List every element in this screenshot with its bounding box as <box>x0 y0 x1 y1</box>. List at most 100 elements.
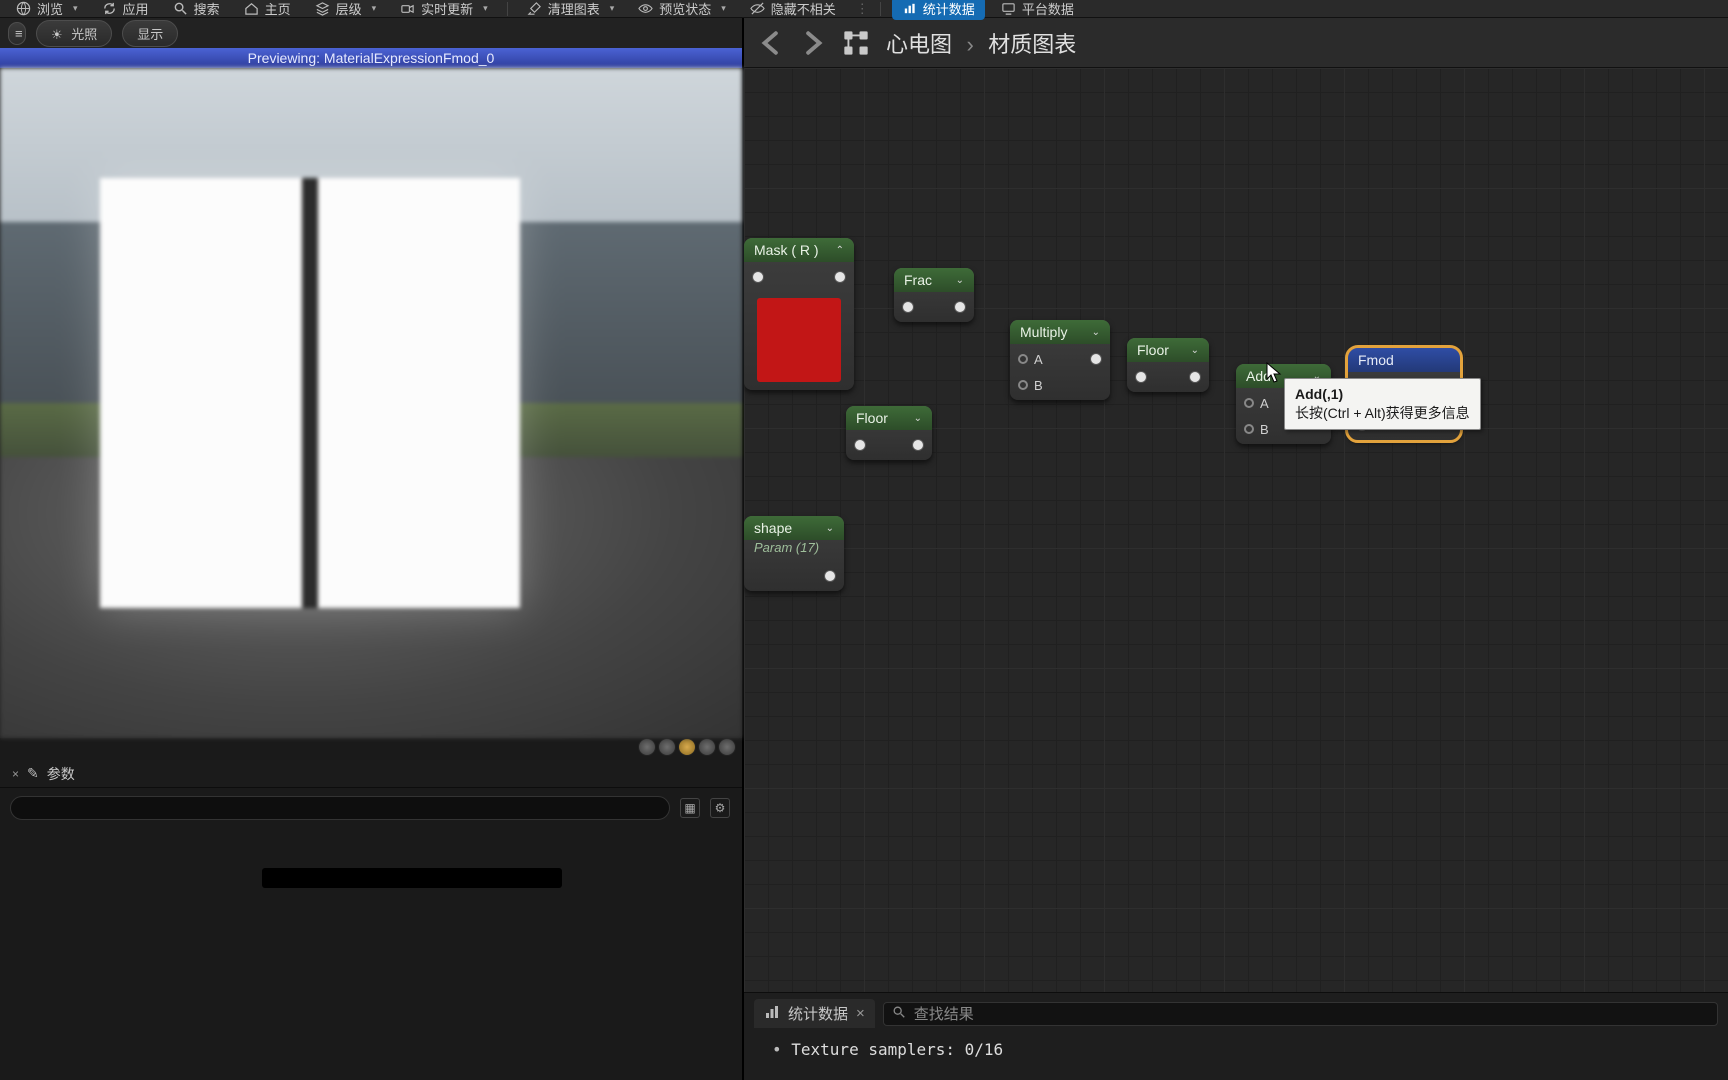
live-update-button[interactable]: 实时更新 <box>392 0 496 20</box>
search-label: 搜索 <box>194 0 220 18</box>
node-mask[interactable]: Mask ( R ) ⌃ <box>744 238 854 390</box>
pin-in[interactable] <box>1135 371 1147 383</box>
search-icon <box>173 1 188 16</box>
results-search: 查找结果 <box>883 1002 1718 1026</box>
node-floor-2-header[interactable]: Floor ⌄ <box>846 406 932 430</box>
param-body <box>0 828 742 1080</box>
pin-out[interactable] <box>1189 371 1201 383</box>
breadcrumb-root[interactable]: 心电图 <box>886 32 952 57</box>
plane-icon[interactable] <box>678 738 696 756</box>
pin-in-a[interactable] <box>1244 398 1254 408</box>
node-floor-1[interactable]: Floor ⌄ <box>1127 338 1209 392</box>
viewport-canvas[interactable] <box>0 68 742 738</box>
browse-button[interactable]: 浏览 <box>8 0 86 20</box>
pin-in[interactable] <box>752 271 764 283</box>
breadcrumb-current[interactable]: 材质图表 <box>988 32 1076 57</box>
node-shape-header[interactable]: shape ⌄ <box>744 516 844 540</box>
pin-out[interactable] <box>954 301 966 313</box>
node-multiply[interactable]: Multiply ⌄ A B <box>1010 320 1110 400</box>
node-mask-title: Mask ( R ) <box>754 242 819 258</box>
stats-tab-label: 统计数据 <box>788 1003 848 1024</box>
cylinder-icon[interactable] <box>658 738 676 756</box>
apply-button[interactable]: 应用 <box>94 0 157 20</box>
pin-in[interactable] <box>902 301 914 313</box>
more-icon[interactable]: ⋮ <box>856 1 869 17</box>
connection-wires <box>744 68 1044 218</box>
chevron-down-icon[interactable]: ⌄ <box>956 275 964 286</box>
pin-out[interactable] <box>824 570 836 582</box>
node-mask-header[interactable]: Mask ( R ) ⌃ <box>744 238 854 262</box>
search-button[interactable]: 搜索 <box>165 0 228 20</box>
nav-forward-button[interactable] <box>800 30 826 56</box>
param-row-header <box>12 840 730 848</box>
chevron-down-icon[interactable]: ⌄ <box>914 413 922 424</box>
platform-data-label: 平台数据 <box>1022 0 1074 18</box>
node-frac[interactable]: Frac ⌄ <box>894 268 974 322</box>
stats-toggle[interactable]: 统计数据 <box>892 0 985 20</box>
lighting-label: 光照 <box>71 27 97 42</box>
node-frac-header[interactable]: Frac ⌄ <box>894 268 974 292</box>
pin-in-a[interactable] <box>1018 354 1028 364</box>
panel-tab-params[interactable]: × ✎ 参数 <box>0 760 87 788</box>
pin-out[interactable] <box>912 439 924 451</box>
hide-unrelated-button[interactable]: 隐藏不相关 <box>742 0 844 20</box>
param-search-input[interactable] <box>10 796 670 820</box>
broom-icon <box>527 1 542 16</box>
graph-tree-button[interactable] <box>842 29 870 57</box>
node-frac-title: Frac <box>904 272 932 288</box>
layers-button[interactable]: 层级 <box>307 0 385 20</box>
camera-icon <box>400 1 415 16</box>
node-floor-2[interactable]: Floor ⌄ <box>846 406 932 460</box>
preview-state-button[interactable]: 预览状态 <box>630 0 734 20</box>
display-mode-button[interactable]: 显示 <box>122 20 178 47</box>
node-shape[interactable]: shape ⌄ Param (17) <box>744 516 844 591</box>
graph-header: 心电图 › 材质图表 <box>744 18 1728 68</box>
close-icon[interactable]: × <box>12 767 19 781</box>
custom-mesh-icon[interactable] <box>718 738 736 756</box>
node-multiply-header[interactable]: Multiply ⌄ <box>1010 320 1110 344</box>
hide-unrelated-label: 隐藏不相关 <box>771 0 836 18</box>
param-search-bar: ▦ ⚙ <box>0 788 742 828</box>
results-search-placeholder: 查找结果 <box>914 1003 974 1024</box>
param-value-slot[interactable] <box>262 868 562 888</box>
viewport-menu-button[interactable]: ≡ <box>8 22 26 45</box>
graph-footer: 统计数据 × 查找结果 Texture samplers: 0/16 <box>744 992 1728 1080</box>
clean-graph-button[interactable]: 清理图表 <box>519 0 623 20</box>
browse-label: 浏览 <box>37 0 63 18</box>
platform-data-button[interactable]: 平台数据 <box>993 0 1082 20</box>
nav-back-button[interactable] <box>758 30 784 56</box>
pin-in[interactable] <box>854 439 866 451</box>
preview-mesh <box>100 178 520 608</box>
chevron-down-icon[interactable]: ⌄ <box>826 523 834 534</box>
layers-icon <box>315 1 330 16</box>
graph-canvas[interactable]: Mask ( R ) ⌃ Frac ⌄ <box>744 68 1728 992</box>
viewport-toolbar: ≡ ☀ 光照 显示 <box>0 18 742 48</box>
chevron-down-icon[interactable]: ⌄ <box>1191 345 1199 356</box>
node-fmod-header[interactable]: Fmod <box>1348 348 1460 372</box>
chevron-down-icon[interactable]: ⌄ <box>1092 327 1100 338</box>
separator <box>507 2 508 16</box>
pin-out[interactable] <box>834 271 846 283</box>
stats-icon <box>902 1 917 16</box>
close-icon[interactable]: × <box>856 1005 865 1022</box>
separator <box>880 2 881 16</box>
chevron-up-icon[interactable]: ⌃ <box>836 245 844 256</box>
lighting-mode-button[interactable]: ☀ 光照 <box>36 20 112 47</box>
cube-icon[interactable] <box>698 738 716 756</box>
results-search-input[interactable]: 查找结果 <box>883 1002 1718 1026</box>
tree-icon <box>842 29 870 57</box>
grid-view-button[interactable]: ▦ <box>680 798 700 818</box>
eye-icon <box>638 1 653 16</box>
mouse-cursor-icon <box>1266 362 1282 384</box>
sphere-icon[interactable] <box>638 738 656 756</box>
node-floor-1-header[interactable]: Floor ⌄ <box>1127 338 1209 362</box>
settings-button[interactable]: ⚙ <box>710 798 730 818</box>
arrow-right-icon <box>800 30 826 56</box>
globe-icon <box>16 1 31 16</box>
home-button[interactable]: 主页 <box>236 0 299 20</box>
pin-in-b[interactable] <box>1018 380 1028 390</box>
pin-in-b[interactable] <box>1244 424 1254 434</box>
stats-line: Texture samplers: 0/16 <box>744 1034 1728 1065</box>
pin-out[interactable] <box>1090 353 1102 365</box>
stats-tab[interactable]: 统计数据 × <box>754 999 875 1028</box>
